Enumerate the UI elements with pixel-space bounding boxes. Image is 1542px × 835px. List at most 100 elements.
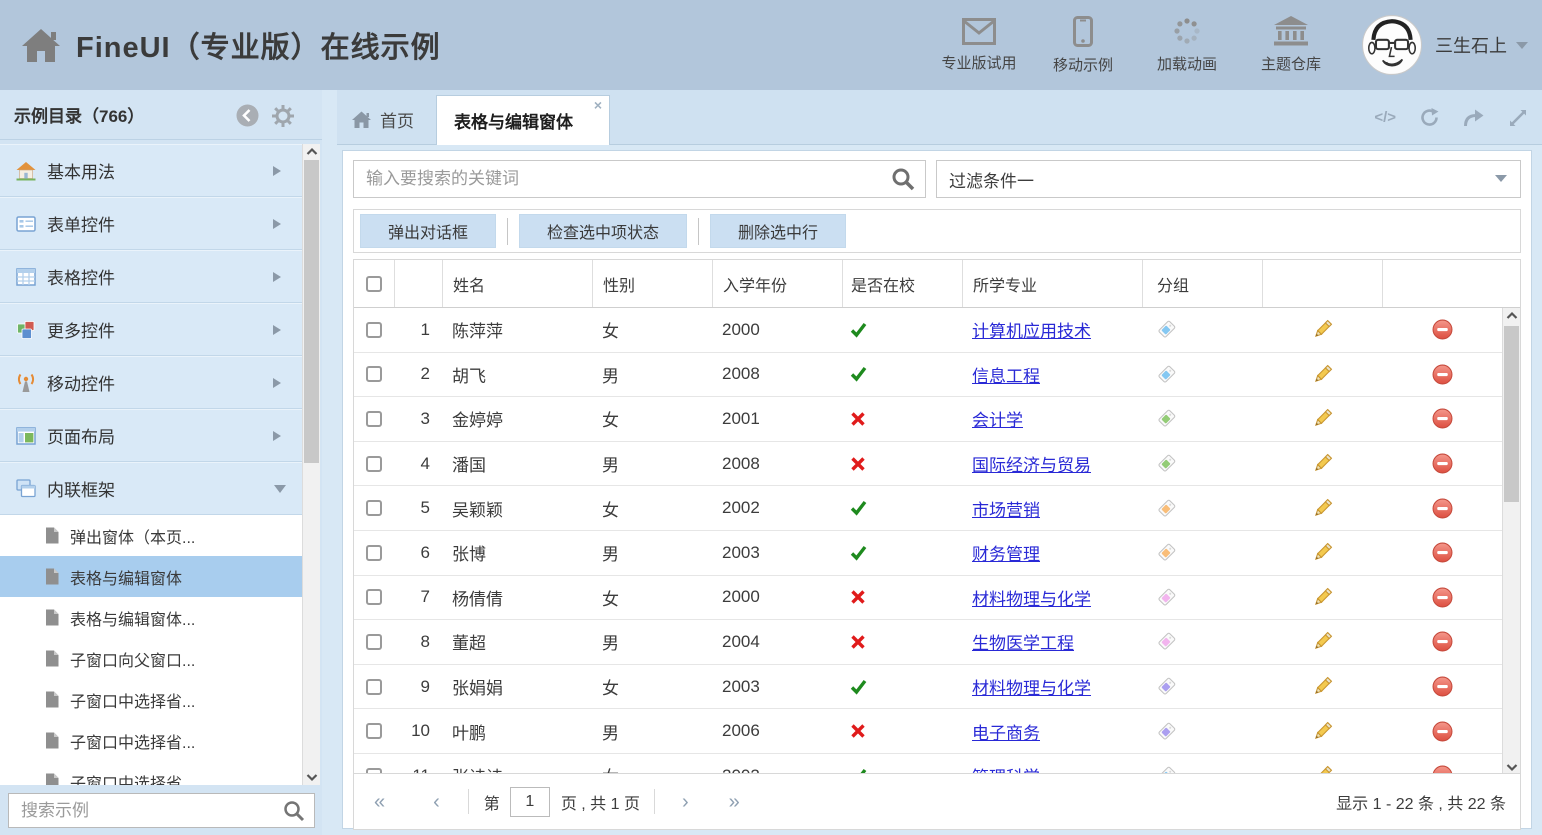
edit-pencil-icon[interactable] [1312, 498, 1333, 519]
sidebar-submenu-item[interactable]: 弹出窗体（本页... [0, 515, 302, 556]
chevron-right-icon [273, 166, 286, 176]
delete-icon[interactable] [1432, 587, 1453, 608]
row-checkbox[interactable] [366, 545, 382, 561]
major-link[interactable]: 会计学 [972, 406, 1023, 431]
delete-icon[interactable] [1432, 631, 1453, 652]
sidebar-item-iframe[interactable]: 内联框架 [0, 462, 302, 515]
open-dialog-button[interactable]: 弹出对话框 [360, 214, 496, 248]
sidebar-submenu-item[interactable]: 表格与编辑窗体 [0, 556, 302, 597]
row-checkbox[interactable] [366, 366, 382, 382]
sidebar: 示例目录（766） 基本用法 表单控件 表格控件 更多控件 [0, 90, 322, 835]
row-checkbox[interactable] [366, 456, 382, 472]
row-checkbox[interactable] [366, 589, 382, 605]
sidebar-submenu-item[interactable]: 表格与编辑窗体... [0, 597, 302, 638]
row-checkbox[interactable] [366, 411, 382, 427]
header-action-trial[interactable]: 专业版试用 [927, 18, 1031, 73]
edit-pencil-icon[interactable] [1312, 453, 1333, 474]
search-icon[interactable] [891, 167, 915, 191]
prev-page-button[interactable]: ‹ [433, 792, 440, 812]
close-icon[interactable]: × [594, 98, 602, 112]
bank-icon [1274, 16, 1308, 46]
major-link[interactable]: 材料物理与化学 [972, 585, 1091, 610]
table-scrollbar[interactable] [1502, 308, 1520, 775]
edit-pencil-icon[interactable] [1312, 364, 1333, 385]
edit-pencil-icon[interactable] [1312, 631, 1333, 652]
edit-pencil-icon[interactable] [1312, 721, 1333, 742]
sidebar-item-basic[interactable]: 基本用法 [0, 144, 302, 197]
major-link[interactable]: 财务管理 [972, 540, 1040, 565]
column-header-name: 姓名 [442, 260, 592, 307]
header-action-themes[interactable]: 主题仓库 [1239, 16, 1343, 74]
check-selected-button[interactable]: 检查选中项状态 [519, 214, 687, 248]
sidebar-item-form[interactable]: 表单控件 [0, 197, 302, 250]
code-icon[interactable]: </> [1374, 109, 1396, 126]
collapse-back-icon[interactable] [236, 104, 259, 127]
scroll-down-icon[interactable] [306, 773, 318, 782]
search-icon[interactable] [283, 800, 305, 822]
row-checkbox[interactable] [366, 322, 382, 338]
major-link[interactable]: 材料物理与化学 [972, 674, 1091, 699]
tab-active[interactable]: 表格与编辑窗体 × [436, 95, 610, 145]
cell-year: 2004 [712, 632, 842, 652]
header-action-loading[interactable]: 加载动画 [1135, 16, 1239, 74]
sidebar-submenu-item[interactable]: 子窗口中选择省... [0, 679, 302, 720]
sidebar-submenu-item[interactable]: 子窗口中选择省... [0, 720, 302, 761]
chevron-right-icon [273, 431, 286, 441]
edit-pencil-icon[interactable] [1312, 587, 1333, 608]
major-link[interactable]: 生物医学工程 [972, 629, 1074, 654]
delete-icon[interactable] [1432, 498, 1453, 519]
tab-home[interactable]: 首页 [337, 94, 436, 144]
delete-icon[interactable] [1432, 319, 1453, 340]
sidebar-search-input[interactable] [9, 801, 283, 821]
delete-icon[interactable] [1432, 408, 1453, 429]
refresh-icon[interactable] [1419, 107, 1440, 128]
filter-dropdown[interactable]: 过滤条件一 [936, 160, 1521, 198]
major-link[interactable]: 计算机应用技术 [972, 317, 1091, 342]
major-link[interactable]: 市场营销 [972, 496, 1040, 521]
row-checkbox[interactable] [366, 634, 382, 650]
delete-selected-button[interactable]: 删除选中行 [710, 214, 846, 248]
header-action-mobile[interactable]: 移动示例 [1031, 16, 1135, 75]
sidebar-item-mobile[interactable]: 移动控件 [0, 356, 302, 409]
next-page-button[interactable]: › [682, 792, 689, 812]
delete-icon[interactable] [1432, 542, 1453, 563]
share-icon[interactable] [1463, 108, 1485, 127]
edit-pencil-icon[interactable] [1312, 676, 1333, 697]
last-page-button[interactable]: » [729, 792, 740, 812]
keyword-search-input[interactable] [354, 169, 891, 189]
cross-icon [850, 634, 866, 650]
first-page-button[interactable]: « [374, 792, 385, 812]
gear-icon[interactable] [272, 105, 294, 127]
sidebar-submenu-item[interactable]: 子窗口向父窗口... [0, 638, 302, 679]
row-checkbox[interactable] [366, 679, 382, 695]
major-link[interactable]: 电子商务 [972, 719, 1040, 744]
delete-icon[interactable] [1432, 676, 1453, 697]
scroll-down-icon[interactable] [1506, 763, 1518, 772]
scrollbar-thumb[interactable] [304, 160, 319, 463]
sidebar-submenu-item[interactable]: 子窗口中选择省 [0, 761, 302, 785]
scrollbar-thumb[interactable] [1504, 326, 1519, 502]
expand-icon[interactable] [1508, 108, 1528, 128]
edit-pencil-icon[interactable] [1312, 408, 1333, 429]
sidebar-item-layout[interactable]: 页面布局 [0, 409, 302, 462]
scroll-up-icon[interactable] [306, 147, 318, 156]
user-menu[interactable]: 三生石上 [1435, 32, 1528, 58]
scroll-up-icon[interactable] [1506, 311, 1518, 320]
sidebar-item-more[interactable]: 更多控件 [0, 303, 302, 356]
avatar[interactable] [1361, 14, 1423, 76]
edit-pencil-icon[interactable] [1312, 542, 1333, 563]
delete-icon[interactable] [1432, 453, 1453, 474]
cross-icon [850, 723, 866, 739]
row-checkbox[interactable] [366, 723, 382, 739]
page-number-input[interactable] [510, 787, 550, 817]
row-checkbox[interactable] [366, 500, 382, 516]
delete-icon[interactable] [1432, 721, 1453, 742]
edit-pencil-icon[interactable] [1312, 319, 1333, 340]
major-link[interactable]: 信息工程 [972, 362, 1040, 387]
delete-icon[interactable] [1432, 364, 1453, 385]
check-icon [850, 500, 867, 516]
sidebar-item-grid[interactable]: 表格控件 [0, 250, 302, 303]
major-link[interactable]: 国际经济与贸易 [972, 451, 1091, 476]
select-all-checkbox[interactable] [366, 276, 382, 292]
sidebar-scrollbar[interactable] [302, 144, 320, 785]
